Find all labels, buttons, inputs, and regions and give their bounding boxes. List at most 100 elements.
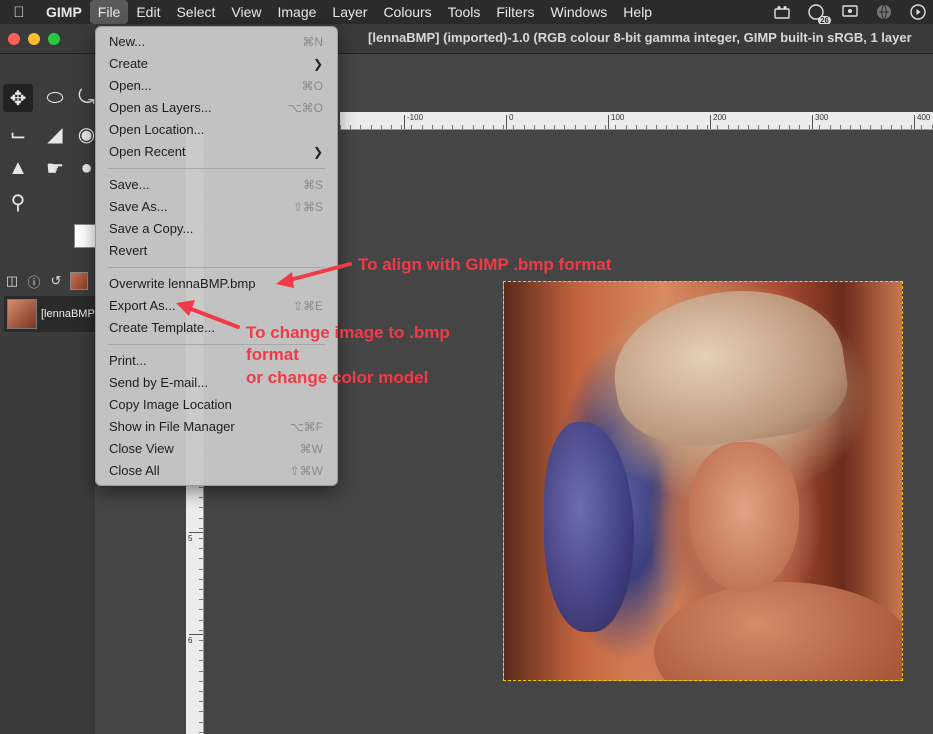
ruler-minor-tick (199, 579, 203, 580)
file-menu-item-new[interactable]: New... ⌘N (96, 31, 337, 53)
ruler-label: 200 (713, 113, 727, 122)
ruler-minor-tick (809, 125, 810, 129)
image-canvas[interactable] (503, 281, 903, 681)
info-icon[interactable]: ⓘ (26, 272, 42, 291)
ruler-minor-tick (738, 125, 739, 129)
globe-icon[interactable] (875, 3, 893, 21)
ruler-minor-tick (677, 125, 678, 129)
display-icon[interactable]: ◫ (4, 273, 20, 289)
ruler-label: 400 (917, 113, 931, 122)
menu-layer[interactable]: Layer (324, 0, 375, 24)
window-minimize-button[interactable] (28, 33, 40, 45)
ruler-minor-tick (199, 660, 203, 661)
notification-badge-icon[interactable]: 26 (807, 3, 831, 25)
window-zoom-button[interactable] (48, 33, 60, 45)
ruler-minor-tick (199, 722, 203, 723)
foreground-color-swatch[interactable] (74, 224, 96, 248)
ruler-minor-tick (199, 640, 203, 641)
file-menu-item-save[interactable]: Save... ⌘S (96, 174, 337, 196)
ruler-minor-tick (199, 548, 203, 549)
extensions-icon[interactable] (773, 3, 791, 21)
clone-icon[interactable]: ▲ (3, 154, 33, 182)
ruler-minor-tick (391, 125, 392, 129)
file-menu-item-save-as[interactable]: Save As... ⇧⌘S (96, 196, 337, 218)
unified-transform-icon[interactable]: ◢ (40, 120, 70, 148)
smudge-icon[interactable]: ☛ (40, 154, 70, 182)
ruler-minor-tick (401, 125, 402, 129)
ruler-minor-tick (442, 125, 443, 129)
menu-item-label: Print... (109, 353, 147, 368)
window-close-button[interactable] (8, 33, 20, 45)
menu-item-label: Overwrite lennaBMP.bmp (109, 276, 256, 291)
ruler-minor-tick (199, 599, 203, 600)
ruler-minor-tick (199, 732, 203, 733)
ruler-minor-tick (605, 125, 606, 129)
move-tool-icon[interactable]: ✥ (3, 84, 33, 112)
ruler-minor-tick (626, 125, 627, 129)
ruler-minor-tick (432, 125, 433, 129)
file-menu-item-copy-image-location[interactable]: Copy Image Location (96, 394, 337, 416)
file-menu-item-open[interactable]: Open... ⌘O (96, 75, 337, 97)
file-menu-item-close-all[interactable]: Close All ⇧⌘W (96, 460, 337, 482)
menu-filters[interactable]: Filters (488, 0, 542, 24)
file-menu-item-revert[interactable]: Revert (96, 240, 337, 262)
ellipse-select-icon[interactable]: ⬭ (40, 84, 70, 112)
file-menu-item-save-a-copy[interactable]: Save a Copy... (96, 218, 337, 240)
menu-item-label: New... (109, 34, 146, 49)
zoom-icon[interactable]: ⚲ (3, 188, 33, 216)
menu-item-label: Close All (109, 463, 160, 478)
annotation-export-note-line1: To change image to .bmp (246, 323, 450, 342)
ruler-minor-tick (768, 125, 769, 129)
ruler-minor-tick (850, 125, 851, 129)
file-menu-item-create[interactable]: Create ❯ (96, 53, 337, 75)
ruler-minor-tick (779, 125, 780, 129)
menu-item-shortcut: ⇧⌘S (292, 200, 323, 214)
menu-colours[interactable]: Colours (375, 0, 439, 24)
images-tab-thumbnail[interactable] (70, 272, 88, 290)
ruler-minor-tick (707, 125, 708, 129)
file-menu-item-open-recent[interactable]: Open Recent ❯ (96, 141, 337, 163)
crop-icon[interactable]: ⌙ (3, 120, 33, 148)
ruler-minor-tick (513, 125, 514, 129)
file-menu-item-overwrite-lennabmp-bmp[interactable]: Overwrite lennaBMP.bmp (96, 273, 337, 295)
ruler-minor-tick (646, 125, 647, 129)
file-menu-item-export-as[interactable]: Export As... ⇧⌘E (96, 295, 337, 317)
horizontal-ruler[interactable]: -100 0 100 200 300 400 (340, 112, 933, 130)
ruler-minor-tick (199, 538, 203, 539)
ruler-minor-tick (901, 125, 902, 129)
menu-item-label: Export As... (109, 298, 176, 313)
file-menu-item-close-view[interactable]: Close View ⌘W (96, 438, 337, 460)
submenu-chevron-icon: ❯ (312, 145, 323, 159)
menu-windows[interactable]: Windows (543, 0, 616, 24)
ruler-minor-tick (728, 125, 729, 129)
screen-share-icon[interactable] (841, 3, 859, 21)
warp-icon[interactable]: ◉ (78, 120, 95, 148)
ruler-minor-tick (748, 125, 749, 129)
menu-edit[interactable]: Edit (128, 0, 168, 24)
ruler-minor-tick (534, 125, 535, 129)
ruler-minor-tick (483, 125, 484, 129)
play-icon[interactable] (909, 3, 927, 21)
ruler-minor-tick (554, 125, 555, 129)
menu-item-label: Revert (109, 243, 148, 258)
file-menu-item-show-in-file-manager[interactable]: Show in File Manager ⌥⌘F (96, 416, 337, 438)
ruler-minor-tick (360, 125, 361, 129)
file-menu-item-open-as-layers[interactable]: Open as Layers... ⌥⌘O (96, 97, 337, 119)
menu-help[interactable]: Help (615, 0, 660, 24)
menu-app-gimp[interactable]: GIMP (38, 0, 90, 24)
menu-image[interactable]: Image (269, 0, 324, 24)
annotation-overwrite-note: To align with GIMP .bmp format (358, 255, 612, 274)
menu-select[interactable]: Select (168, 0, 223, 24)
ruler-minor-tick (891, 125, 892, 129)
dodge-icon[interactable]: ● (78, 154, 95, 182)
undo-history-icon[interactable]: ↺ (48, 273, 64, 289)
image-list-item[interactable]: [lennaBMP (4, 296, 95, 332)
image-region-hat (604, 282, 854, 458)
menu-file[interactable]: File (89, 0, 129, 24)
ruler-minor-tick (524, 125, 525, 129)
menu-view[interactable]: View (223, 0, 269, 24)
menu-tools[interactable]: Tools (440, 0, 489, 24)
lasso-icon[interactable]: ⤿ (78, 84, 95, 112)
file-menu-item-open-location[interactable]: Open Location... (96, 119, 337, 141)
apple-icon[interactable]:  (0, 4, 38, 21)
